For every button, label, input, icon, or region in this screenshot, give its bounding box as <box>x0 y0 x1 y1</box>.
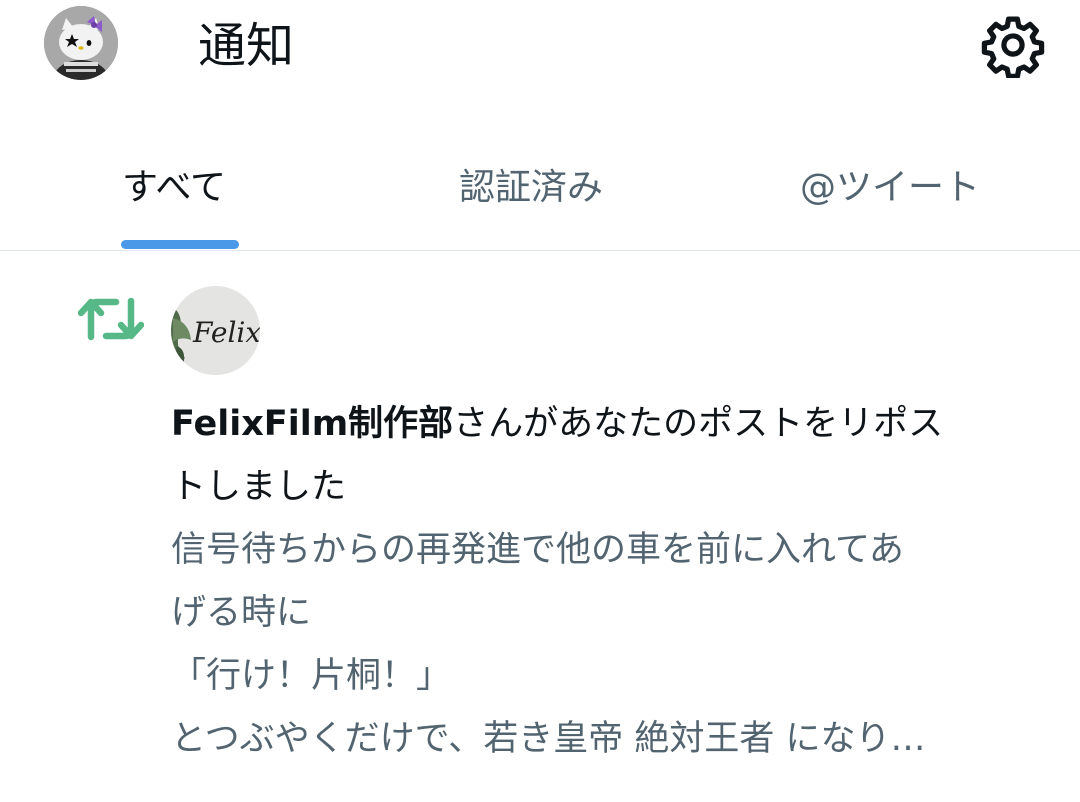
tab-verified-label: 認証済み <box>459 167 604 208</box>
notification-action-cont: トしました <box>171 467 347 507</box>
notification-tabs: すべて 認証済み @ツイート <box>0 150 1080 250</box>
felix-avatar[interactable]: Felix <box>171 286 260 375</box>
notification-item[interactable]: Felix FelixFilm制作部さんがあなたのポストをリポス トしました 信… <box>0 251 1080 802</box>
profile-avatar[interactable] <box>44 6 118 80</box>
post-line: とつぶやくだけで、若き皇帝 絶対王者 になり… <box>171 719 926 759</box>
active-tab-indicator <box>121 240 239 249</box>
post-line: 「行け！片桐！」 <box>171 656 452 696</box>
tab-verified[interactable]: 認証済み <box>360 150 720 250</box>
settings-button[interactable] <box>980 12 1046 79</box>
page-title: 通知 <box>198 18 295 74</box>
top-app-bar: 通知 <box>0 0 1080 110</box>
post-line: げる時に <box>171 593 312 633</box>
tab-all[interactable]: すべて <box>0 150 360 250</box>
user-avatar-kitty-icon <box>44 6 118 80</box>
tab-all-label: すべて <box>122 167 227 208</box>
svg-text:Felix: Felix <box>192 316 260 349</box>
felix-avatar-icon: Felix <box>171 286 260 375</box>
notification-text: FelixFilm制作部さんがあなたのポストをリポス トしました <box>171 393 1051 519</box>
gear-icon <box>981 16 1045 79</box>
post-preview: 信号待ちからの再発進で他の車を前に入れてあ げる時に 「行け！片桐！」 とつぶや… <box>171 519 1051 771</box>
tab-mentions-label: @ツイート <box>800 167 981 208</box>
post-line: 信号待ちからの再発進で他の車を前に入れてあ <box>171 530 904 570</box>
retweet-icon <box>77 293 145 345</box>
notification-action: さんがあなたのポストをリポス <box>453 404 944 444</box>
tab-mentions[interactable]: @ツイート <box>720 150 1080 250</box>
actor-name[interactable]: FelixFilm制作部 <box>171 404 453 444</box>
